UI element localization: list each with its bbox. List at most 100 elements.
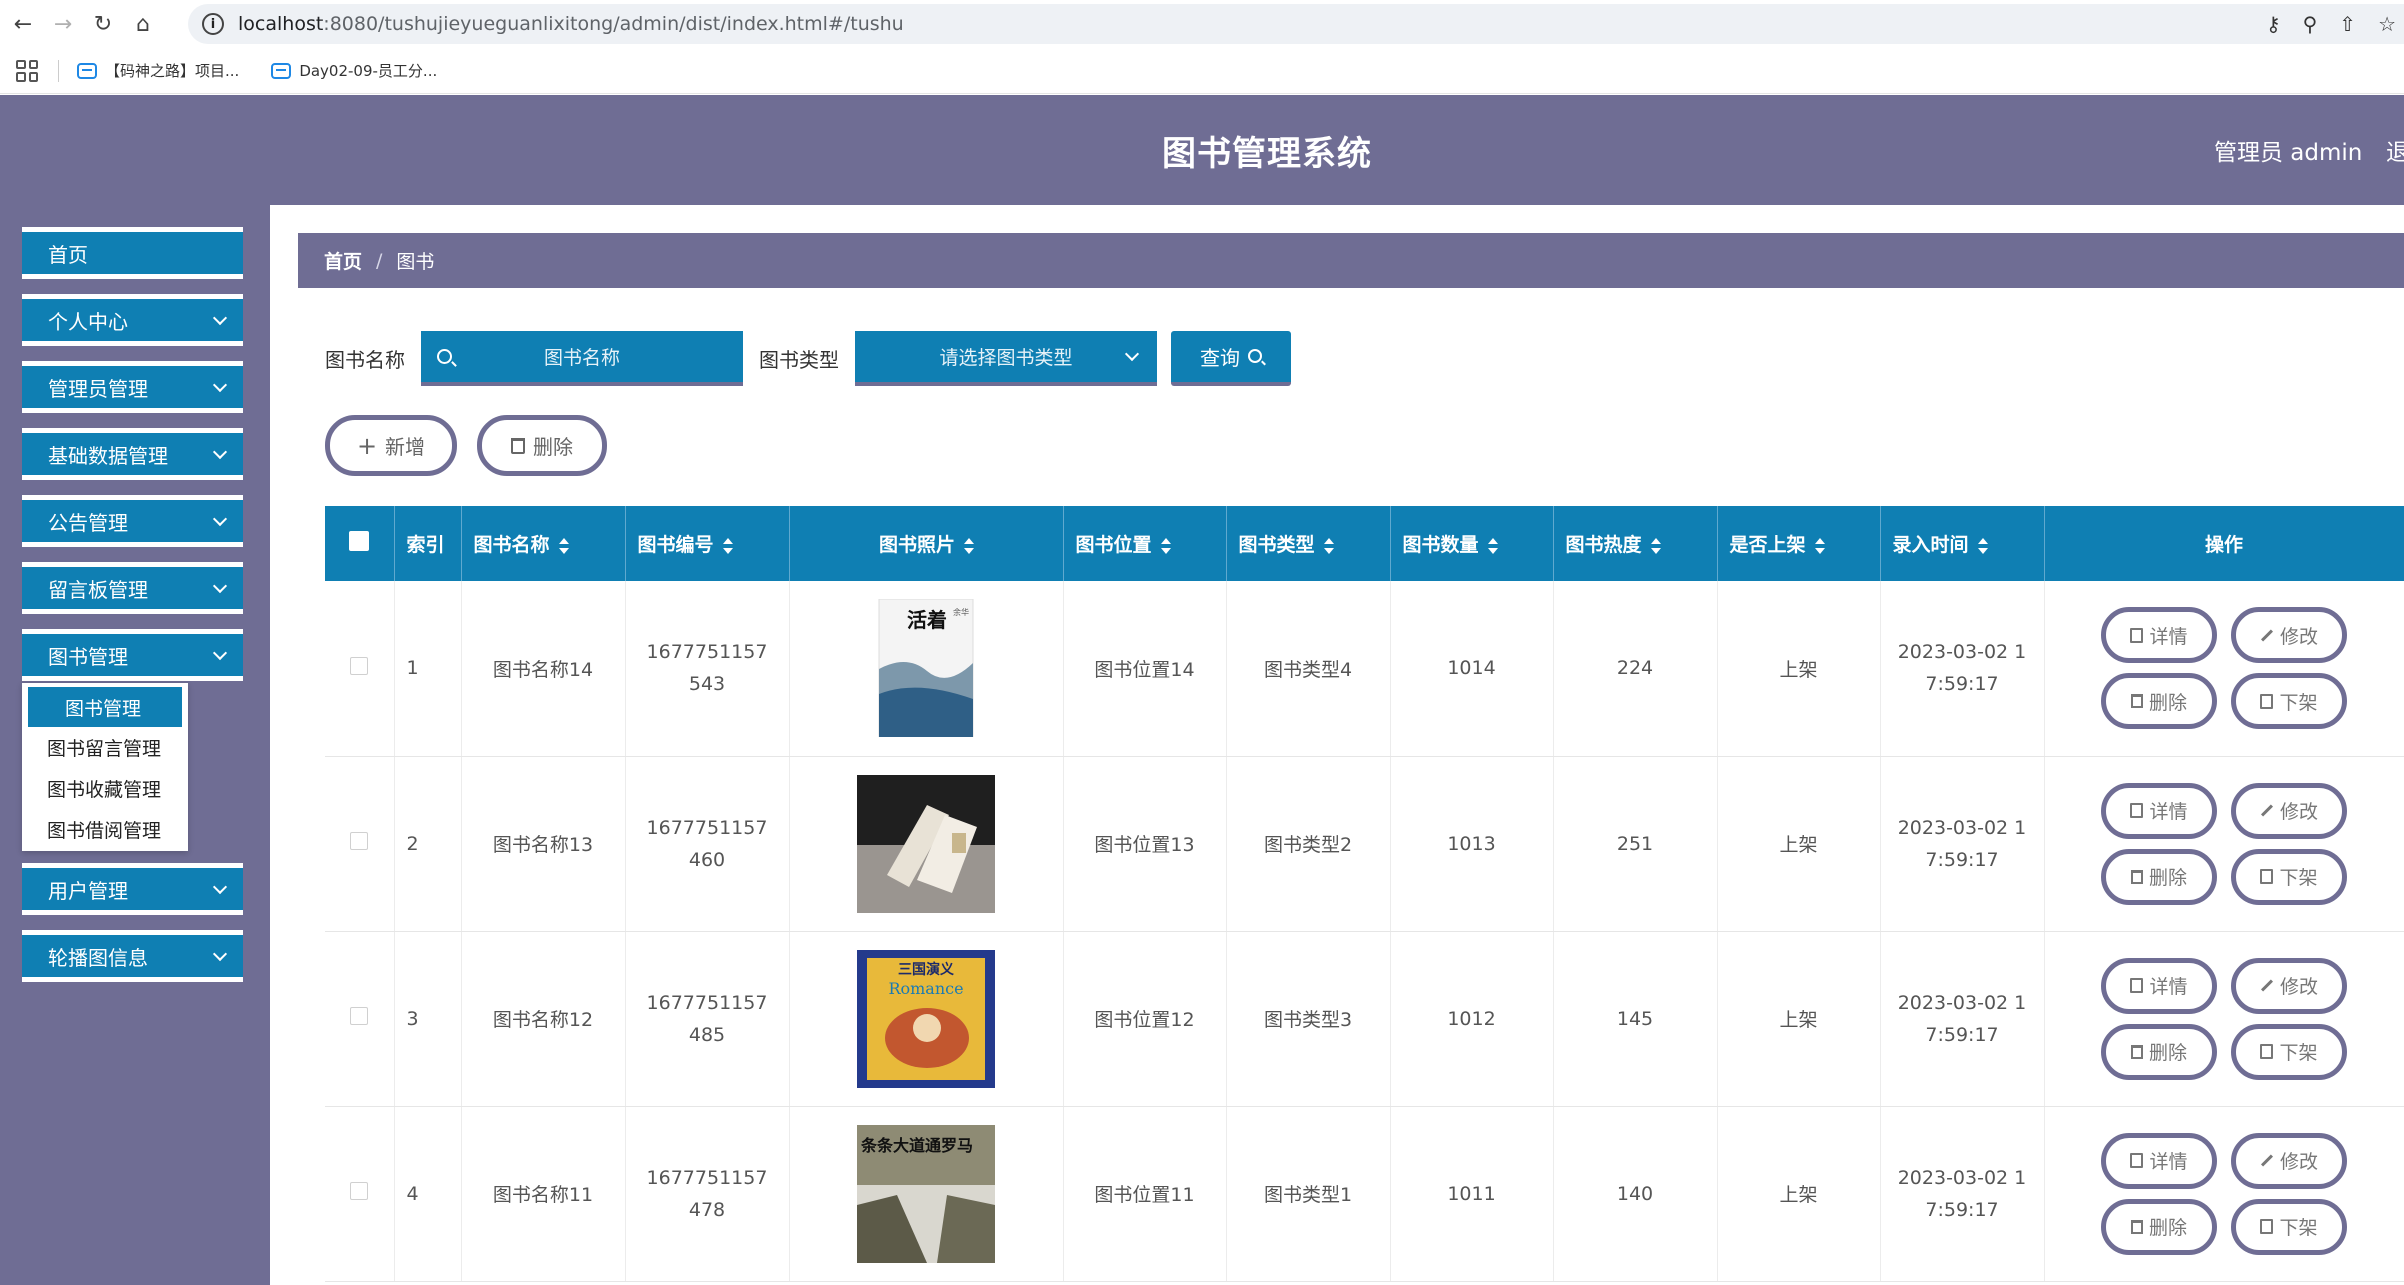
sort-icon[interactable] bbox=[1487, 537, 1498, 554]
forward-icon[interactable]: → bbox=[46, 7, 80, 41]
book-name-input[interactable]: 图书名称 bbox=[421, 330, 743, 386]
logout-button[interactable]: 退 bbox=[2386, 133, 2404, 167]
sort-icon[interactable] bbox=[1160, 537, 1171, 554]
shelf-status-cell: 上架 bbox=[1717, 1106, 1881, 1282]
sidebar-item-notices[interactable]: 公告管理 bbox=[22, 495, 243, 547]
sort-icon[interactable] bbox=[1814, 537, 1825, 554]
breadcrumb: 首页 / 图书 bbox=[298, 233, 2404, 288]
location-cell: 图书位置13 bbox=[1063, 756, 1227, 932]
sidebar-item-home[interactable]: 首页 bbox=[22, 227, 243, 279]
detail-button[interactable]: 详情 bbox=[2101, 782, 2217, 839]
operations-cell: 详情 修改 删除 下架 bbox=[2044, 931, 2404, 1107]
sidebar-item-books[interactable]: 图书管理 bbox=[22, 629, 243, 681]
back-icon[interactable]: ← bbox=[6, 7, 40, 41]
submenu-item-book-favorites[interactable]: 图书收藏管理 bbox=[22, 768, 188, 809]
book-cover-image[interactable] bbox=[857, 774, 995, 913]
apps-icon[interactable] bbox=[16, 59, 38, 82]
column-header[interactable]: 录入时间 bbox=[1880, 506, 2045, 581]
detail-label: 详情 bbox=[2149, 801, 2188, 823]
unshelf-button[interactable]: 下架 bbox=[2231, 848, 2347, 905]
key-icon[interactable]: ⚷ bbox=[2266, 12, 2281, 36]
reload-icon[interactable]: ↻ bbox=[86, 7, 120, 41]
add-button[interactable]: + 新增 bbox=[325, 415, 457, 476]
bookmark-item[interactable]: 【码神之路】项目... bbox=[77, 60, 239, 81]
home-icon[interactable]: ⌂ bbox=[126, 7, 160, 41]
select-all-checkbox[interactable] bbox=[349, 531, 370, 551]
sort-icon[interactable] bbox=[722, 537, 733, 554]
name-cell: 图书名称12 bbox=[461, 931, 626, 1107]
column-header[interactable]: 是否上架 bbox=[1717, 506, 1881, 581]
name-cell: 图书名称13 bbox=[461, 756, 626, 932]
document-icon bbox=[2130, 978, 2144, 993]
column-header[interactable]: 图书照片 bbox=[789, 506, 1064, 581]
edit-button[interactable]: 修改 bbox=[2231, 1132, 2347, 1189]
book-type-select[interactable]: 请选择图书类型 bbox=[855, 330, 1157, 386]
query-button[interactable]: 查询 bbox=[1171, 330, 1291, 386]
edit-button[interactable]: 修改 bbox=[2231, 957, 2347, 1014]
sidebar-item-users[interactable]: 用户管理 bbox=[22, 863, 243, 915]
book-name-label: 图书名称 bbox=[325, 347, 405, 372]
column-header[interactable]: 图书数量 bbox=[1390, 506, 1554, 581]
delete-button[interactable]: 删除 bbox=[2101, 1023, 2217, 1080]
sort-icon[interactable] bbox=[558, 537, 569, 554]
bookmark-item[interactable]: Day02-09-员工分... bbox=[271, 60, 437, 81]
star-icon[interactable]: ☆ bbox=[2378, 12, 2396, 36]
batch-delete-button[interactable]: 删除 bbox=[477, 415, 607, 476]
sidebar-item-basedata[interactable]: 基础数据管理 bbox=[22, 428, 243, 480]
heat-cell: 224 bbox=[1553, 581, 1718, 757]
count-cell: 1012 bbox=[1390, 931, 1554, 1107]
column-header[interactable]: 图书热度 bbox=[1553, 506, 1718, 581]
column-header[interactable]: 图书名称 bbox=[461, 506, 626, 581]
sort-icon[interactable] bbox=[1650, 537, 1661, 554]
sort-icon[interactable] bbox=[963, 537, 974, 554]
delete-label: 删除 bbox=[2148, 691, 2187, 714]
sidebar-item-carousel[interactable]: 轮播图信息 bbox=[22, 930, 243, 982]
chevron-down-icon bbox=[212, 444, 228, 460]
row-checkbox[interactable] bbox=[350, 656, 369, 675]
unshelf-button[interactable]: 下架 bbox=[2231, 1198, 2347, 1255]
detail-button[interactable]: 详情 bbox=[2101, 607, 2217, 664]
row-checkbox[interactable] bbox=[350, 1182, 369, 1200]
column-header[interactable]: 图书编号 bbox=[625, 506, 790, 581]
row-checkbox[interactable] bbox=[350, 832, 369, 850]
detail-button[interactable]: 详情 bbox=[2101, 957, 2217, 1014]
column-header-label: 图书名称 bbox=[473, 534, 550, 556]
book-type-label: 图书类型 bbox=[759, 347, 839, 372]
sidebar-item-admins[interactable]: 管理员管理 bbox=[22, 361, 243, 413]
delete-button[interactable]: 删除 bbox=[2101, 1198, 2217, 1255]
zoom-icon[interactable]: ⚲ bbox=[2303, 12, 2318, 36]
book-cover-image[interactable]: 条条大道通罗马 bbox=[857, 1124, 995, 1263]
share-icon[interactable]: ⇧ bbox=[2339, 12, 2356, 36]
sidebar-item-profile[interactable]: 个人中心 bbox=[22, 294, 243, 346]
time-text: 2023-03-02 17:59:17 bbox=[1897, 1166, 2027, 1221]
delete-button[interactable]: 删除 bbox=[2101, 673, 2217, 730]
unshelf-button[interactable]: 下架 bbox=[2231, 673, 2347, 730]
document-icon bbox=[2260, 1044, 2274, 1059]
column-header[interactable]: 图书位置 bbox=[1063, 506, 1227, 581]
submenu-item-books[interactable]: 图书管理 bbox=[28, 687, 182, 727]
unshelf-button[interactable]: 下架 bbox=[2231, 1023, 2347, 1080]
site-info-icon[interactable]: i bbox=[202, 13, 224, 35]
column-header[interactable]: 图书类型 bbox=[1226, 506, 1391, 581]
sort-icon[interactable] bbox=[1323, 537, 1334, 554]
unshelf-label: 下架 bbox=[2279, 691, 2318, 714]
book-cover-image[interactable]: 活着 余华 bbox=[857, 598, 995, 738]
detail-button[interactable]: 详情 bbox=[2101, 1132, 2217, 1189]
breadcrumb-home[interactable]: 首页 bbox=[324, 247, 362, 274]
sidebar-item-messages[interactable]: 留言板管理 bbox=[22, 562, 243, 614]
address-bar[interactable]: i localhost:8080/tushujieyueguanlixitong… bbox=[188, 4, 2404, 44]
submenu-item-book-comments[interactable]: 图书留言管理 bbox=[22, 727, 188, 768]
time-text: 2023-03-02 17:59:17 bbox=[1897, 816, 2027, 871]
row-checkbox[interactable] bbox=[350, 1007, 369, 1025]
edit-button[interactable]: 修改 bbox=[2231, 607, 2347, 664]
photo-cell: 三国演义 Romance bbox=[789, 931, 1064, 1107]
delete-button[interactable]: 删除 bbox=[2101, 848, 2217, 905]
sidebar-item-label: 留言板管理 bbox=[48, 577, 148, 602]
photo-cell: 活着 余华 bbox=[789, 581, 1064, 757]
column-header-label: 是否上架 bbox=[1729, 534, 1806, 556]
submenu-item-book-borrow[interactable]: 图书借阅管理 bbox=[22, 809, 188, 850]
location-cell: 图书位置12 bbox=[1063, 931, 1227, 1107]
book-cover-image[interactable]: 三国演义 Romance bbox=[857, 949, 995, 1088]
edit-button[interactable]: 修改 bbox=[2231, 782, 2347, 839]
sort-icon[interactable] bbox=[1977, 537, 1988, 554]
